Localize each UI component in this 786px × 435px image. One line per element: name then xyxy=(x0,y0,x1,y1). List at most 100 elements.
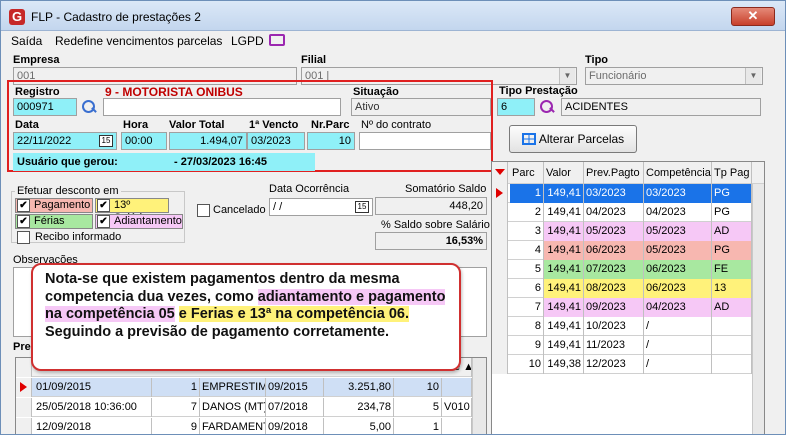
parcela-cell-tp: 13 xyxy=(712,279,752,298)
registro-nome-field[interactable] xyxy=(103,98,341,116)
calendar-icon[interactable]: 15 xyxy=(99,135,113,147)
perc-saldo-label: % Saldo sobre Salário xyxy=(381,219,490,231)
situacao-field[interactable]: Ativo xyxy=(351,98,491,116)
nr-parc-field[interactable]: 10 xyxy=(307,132,355,150)
ocorrencia-calendar-icon[interactable]: 15 xyxy=(355,201,369,213)
parcela-cell-valor: 149,41 xyxy=(544,260,584,279)
col-prev-pagto[interactable]: Prev.Pagto xyxy=(584,162,644,184)
adiantamento-checkbox[interactable]: ✔ xyxy=(97,215,110,228)
tipo-field[interactable]: Funcionário xyxy=(585,67,763,85)
hora-field[interactable]: 00:00 xyxy=(121,132,167,150)
col-parc[interactable]: Parc xyxy=(510,162,544,184)
menu-saida[interactable]: Saída xyxy=(11,34,42,48)
nr-contrato-field[interactable] xyxy=(359,132,491,150)
parcela-cell-comp: 06/2023 xyxy=(644,279,712,298)
parcela-row[interactable]: 6 149,41 08/2023 06/2023 13 xyxy=(492,279,752,298)
parcela-row[interactable]: 10 149,38 12/2023/ xyxy=(492,355,752,374)
search-icon[interactable] xyxy=(81,99,97,115)
parcela-cell-comp: 03/2023 xyxy=(644,184,712,203)
tipo-prestacao-field[interactable]: ACIDENTES xyxy=(561,98,761,116)
parcela-cell-valor: 149,41 xyxy=(544,317,584,336)
parcela-cell-parc: 6 xyxy=(510,279,544,298)
nr-contrato-label: Nº do contrato xyxy=(361,119,432,131)
menu-bar: Saída Redefine vencimentos parcelas LGPD xyxy=(1,31,785,51)
parcela-cell-valor: 149,41 xyxy=(544,279,584,298)
parcela-cell-valor: 149,41 xyxy=(544,184,584,203)
table-row[interactable]: 25/05/2018 10:36:00 7 DANOS (MT) 07/2018… xyxy=(16,398,472,417)
perc-saldo-field: 16,53% xyxy=(375,232,487,250)
title-bar: G FLP - Cadastro de prestações 2 ✕ xyxy=(1,1,785,31)
parcela-cell-valor: 149,41 xyxy=(544,241,584,260)
parcelas-header: Parc Valor Prev.Pagto Competência Tp Pag xyxy=(492,162,764,184)
data-label: Data xyxy=(15,119,39,131)
usuario-bar: Usuário que gerou: - 27/03/2023 16:45 xyxy=(13,153,315,171)
data-ocorrencia-label: Data Ocorrência xyxy=(269,183,350,195)
parcela-cell-tp: PG xyxy=(712,203,752,222)
pagamento-checkbox[interactable]: ✔ xyxy=(17,199,30,212)
situacao-label: Situação xyxy=(353,86,399,98)
filial-dropdown-icon[interactable]: ▼ xyxy=(559,68,575,84)
parcela-cell-tp xyxy=(712,336,752,355)
tipo-dropdown-icon[interactable]: ▼ xyxy=(745,68,761,84)
parcela-row[interactable]: 1 149,41 03/2023 03/2023 PG xyxy=(492,184,752,203)
parcela-row[interactable]: 7 149,41 09/2023 04/2023 AD xyxy=(492,298,752,317)
col-competencia[interactable]: Competência xyxy=(644,162,712,184)
parcela-row[interactable]: 3 149,41 05/2023 05/2023 AD xyxy=(492,222,752,241)
current-row-icon xyxy=(20,382,27,392)
filial-label: Filial xyxy=(301,54,327,66)
parcela-cell-valor: 149,41 xyxy=(544,222,584,241)
lgpd-monitor-icon[interactable] xyxy=(269,34,285,46)
app-logo-icon: G xyxy=(9,9,25,25)
tipo-label: Tipo xyxy=(585,54,609,66)
usuario-value: - 27/03/2023 16:45 xyxy=(174,156,267,168)
sort-arrow-icon xyxy=(495,169,505,175)
parcela-cell-prev: 10/2023 xyxy=(584,317,644,336)
salario13-checkbox[interactable]: ✔ xyxy=(97,199,110,212)
registro-label: Registro xyxy=(15,86,60,98)
parcelas-scrollbar[interactable] xyxy=(752,184,764,434)
cancelado-checkbox[interactable] xyxy=(197,204,210,217)
recibo-checkbox[interactable] xyxy=(17,231,30,244)
annotation-callout: Nota-se que existem pagamentos dentro da… xyxy=(31,263,461,371)
valor-total-field[interactable]: 1.494,07 xyxy=(169,132,247,150)
tipo-prestacao-code-field[interactable]: 6 xyxy=(497,98,535,116)
parcela-cell-tp: PG xyxy=(712,184,752,203)
note-text-3: Seguindo a previsão de pagamento correta… xyxy=(45,323,390,340)
close-button[interactable]: ✕ xyxy=(731,7,775,26)
parcela-row[interactable]: 2 149,41 04/2023 04/2023 PG xyxy=(492,203,752,222)
menu-lgpd[interactable]: LGPD xyxy=(231,34,264,48)
ferias-label: Férias xyxy=(34,215,65,227)
col-valor[interactable]: Valor xyxy=(544,162,584,184)
parcela-cell-prev: 12/2023 xyxy=(584,355,644,374)
parcela-cell-valor: 149,41 xyxy=(544,336,584,355)
parcela-row[interactable]: 5 149,41 07/2023 06/2023 FE xyxy=(492,260,752,279)
parcela-cell-prev: 05/2023 xyxy=(584,222,644,241)
ferias-checkbox[interactable]: ✔ xyxy=(17,215,30,228)
parcela-cell-comp: 06/2023 xyxy=(644,260,712,279)
parcela-row[interactable]: 8 149,41 10/2023/ xyxy=(492,317,752,336)
window-title: FLP - Cadastro de prestações 2 xyxy=(31,10,201,24)
parcela-row[interactable]: 9 149,41 11/2023/ xyxy=(492,336,752,355)
parcela-cell-parc: 1 xyxy=(510,184,544,203)
parcela-cell-valor: 149,41 xyxy=(544,203,584,222)
nr-parc-label: Nr.Parc xyxy=(311,119,350,131)
alterar-parcelas-button[interactable]: Alterar Parcelas xyxy=(509,125,637,153)
parcela-cell-prev: 03/2023 xyxy=(584,184,644,203)
table-row[interactable]: 01/09/2015 1 EMPRESTIM... 09/2015 3.251,… xyxy=(16,378,472,397)
current-row-icon xyxy=(496,188,503,198)
adiantamento-label: Adiantamento xyxy=(114,215,182,227)
col-tp-pag[interactable]: Tp Pag xyxy=(712,162,752,184)
table-row[interactable]: 12/09/2018 9 FARDAMENTO 09/2018 5,00 1 xyxy=(16,418,472,434)
empresa-label: Empresa xyxy=(13,54,60,66)
parcela-row[interactable]: 4 149,41 06/2023 05/2023 PG xyxy=(492,241,752,260)
prestacoes-label: Pre xyxy=(13,341,31,353)
menu-redefine-vencimentos[interactable]: Redefine vencimentos parcelas xyxy=(55,34,222,48)
parcela-cell-parc: 10 xyxy=(510,355,544,374)
parcela-cell-prev: 06/2023 xyxy=(584,241,644,260)
prestacoes-scrollbar[interactable] xyxy=(472,358,486,434)
parcela-cell-tp: AD xyxy=(712,298,752,317)
primeiro-vencto-field[interactable]: 03/2023 xyxy=(247,132,305,150)
registro-field[interactable]: 000971 xyxy=(13,98,77,116)
tipo-prestacao-search-icon[interactable] xyxy=(539,99,555,115)
parcela-cell-parc: 9 xyxy=(510,336,544,355)
